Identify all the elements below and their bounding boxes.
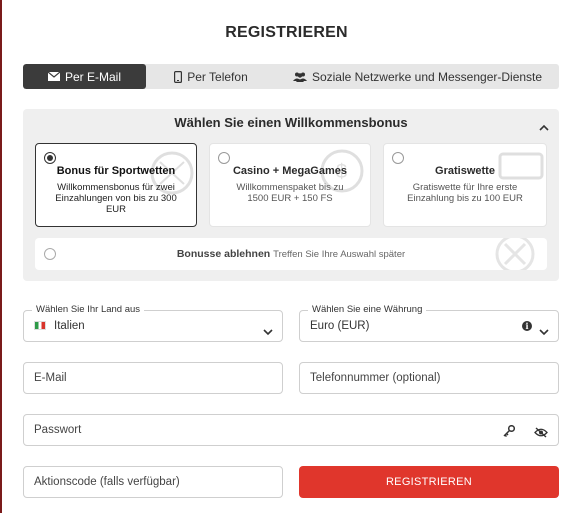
radio-button[interactable] [44, 152, 56, 164]
radio-button[interactable] [392, 152, 404, 164]
key-icon[interactable] [503, 424, 516, 442]
bonus-option-decline[interactable]: Bonusse ablehnen Treffen Sie Ihre Auswah… [35, 238, 547, 270]
welcome-bonus-panel: Wählen Sie einen Willkommensbonus Bonus … [23, 109, 559, 281]
email-field[interactable]: E-Mail [23, 362, 283, 394]
promo-code-field[interactable]: Aktionscode (falls verfügbar) [23, 466, 283, 498]
radio-button[interactable] [218, 152, 230, 164]
decline-text: Bonusse ablehnen Treffen Sie Ihre Auswah… [35, 248, 547, 260]
bonus-option-freebet[interactable]: Gratiswette Gratiswette für Ihre erste E… [383, 143, 547, 227]
chevron-down-icon [263, 323, 273, 341]
country-value-text: Italien [54, 320, 85, 332]
currency-value: Euro (EUR) [310, 320, 370, 332]
password-field[interactable]: Passwort [23, 414, 559, 446]
country-label: Wählen Sie Ihr Land aus [32, 304, 145, 315]
bonus-option-description: Willkommenspaket bis zu 1500 EUR + 150 F… [236, 182, 344, 204]
tab-phone-label: Per Telefon [187, 69, 248, 84]
envelope-icon [47, 72, 60, 81]
bonus-option-description: Willkommensbonus für zwei Einzahlungen v… [55, 182, 177, 215]
registration-method-tabs: Per E-Mail Per Telefon Soziale Netzwerke… [23, 64, 559, 89]
country-select[interactable]: Wählen Sie Ihr Land aus Italien [23, 304, 283, 342]
tab-social-label: Soziale Netzwerke und Messenger-Dienste [311, 69, 543, 84]
bonus-option-title: Casino + MegaGames [232, 165, 348, 177]
decline-title: Bonusse ablehnen [176, 248, 271, 260]
registration-dialog: REGISTRIEREN Per E-Mail Per Telefon Sozi… [0, 0, 571, 513]
tab-social[interactable]: Soziale Netzwerke und Messenger-Dienste [276, 64, 559, 89]
bonus-option-title: Gratiswette [435, 165, 495, 177]
users-icon [292, 72, 307, 82]
bonus-option-description: Gratiswette für Ihre erste Einzahlung bi… [407, 182, 523, 204]
password-placeholder: Passwort [34, 424, 82, 436]
email-placeholder: E-Mail [34, 372, 67, 384]
bonus-option-casino[interactable]: $ Casino + MegaGames Willkommenspaket bi… [209, 143, 371, 227]
page-title: REGISTRIEREN [225, 24, 348, 41]
currency-label: Wählen Sie eine Währung [308, 304, 427, 315]
tab-email-label: Per E-Mail [64, 69, 121, 84]
register-button[interactable]: REGISTRIEREN [299, 466, 559, 498]
tab-phone[interactable]: Per Telefon [146, 64, 276, 89]
phone-field[interactable]: Telefonnummer (optional) [299, 362, 559, 394]
italy-flag-icon [34, 321, 46, 330]
phone-icon [174, 70, 183, 83]
country-value: Italien [34, 320, 85, 332]
bonus-option-title: Bonus für Sportwetten [56, 165, 176, 177]
bonus-option-sports[interactable]: Bonus für Sportwetten Willkommensbonus f… [35, 143, 197, 227]
decline-subtitle: Treffen Sie Ihre Auswahl später [273, 249, 406, 260]
chevron-down-icon [539, 323, 549, 341]
eye-slash-icon[interactable] [534, 425, 548, 443]
bonus-heading: Wählen Sie einen Willkommensbonus [174, 115, 408, 130]
chevron-up-icon[interactable] [539, 118, 549, 136]
promo-placeholder: Aktionscode (falls verfügbar) [34, 476, 180, 488]
close-decoration-icon [495, 238, 535, 270]
info-icon[interactable]: i [522, 321, 532, 331]
phone-placeholder: Telefonnummer (optional) [310, 372, 441, 384]
tab-email[interactable]: Per E-Mail [23, 64, 146, 89]
currency-select[interactable]: Wählen Sie eine Währung Euro (EUR) i [299, 304, 559, 342]
